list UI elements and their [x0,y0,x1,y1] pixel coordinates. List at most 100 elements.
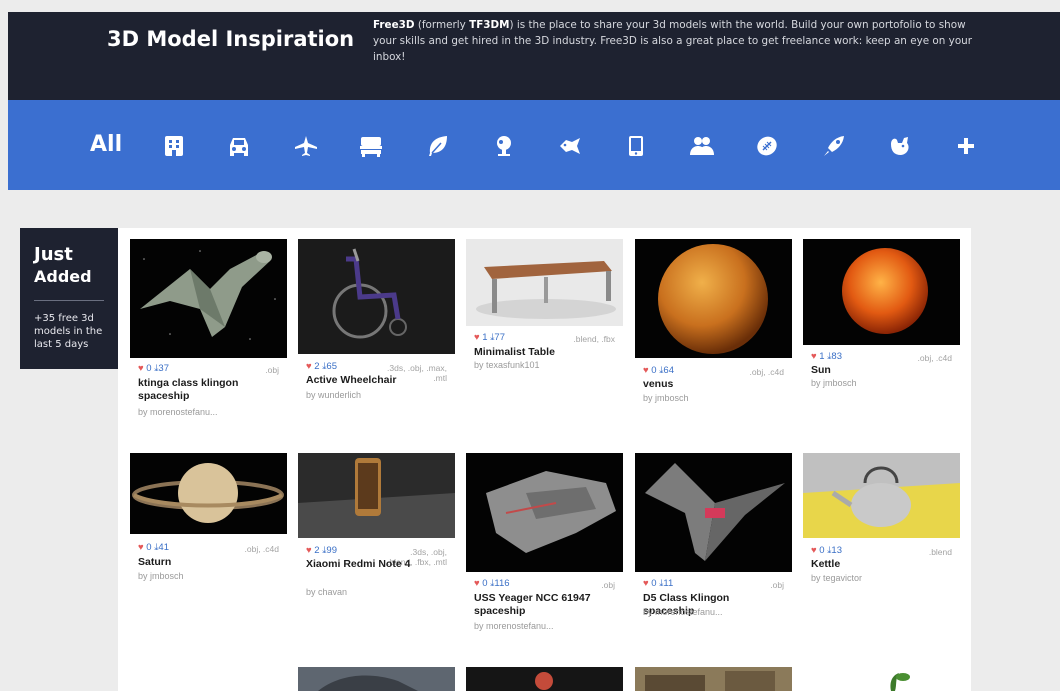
plus-icon[interactable] [956,135,976,157]
model-formats: .blend [928,547,952,557]
model-card[interactable]: ♥ 2 ⤓99 .3ds, .obj, .blend, .fbx, .mtl X… [298,453,455,603]
heart-icon[interactable]: ♥ [138,363,144,374]
model-name[interactable]: Sun [811,364,951,377]
model-stats: ♥ 0 ⤓116 [474,578,510,589]
model-card[interactable] [466,667,623,691]
model-formats: .obj [601,580,615,590]
model-author[interactable]: by morenostefanu... [138,407,218,417]
model-card[interactable]: ♥ 2 ⤓65 .3ds, .obj, .max, .mtl Active Wh… [298,239,455,404]
model-card[interactable]: ♥ 0 ⤓37 .obj ktinga class klingon spaces… [130,239,287,424]
model-name[interactable]: ktinga class klingon spaceship [138,377,278,403]
model-thumbnail[interactable] [298,453,455,538]
site-intro: Free3D (formerly TF3DM) is the place to … [373,17,973,65]
airplane-icon[interactable] [294,135,318,157]
model-card[interactable] [298,667,455,691]
model-name[interactable]: Xiaomi Redmi Note 4 [306,558,446,571]
creature-icon[interactable] [888,135,912,157]
model-thumbnail[interactable] [298,667,455,691]
model-author[interactable]: by jmbosch [138,571,184,581]
model-thumbnail[interactable] [635,667,792,691]
model-stats: ♥ 0 ⤓13 [811,545,842,556]
model-card[interactable]: ♥ 0 ⤓64 .obj, .c4d venus by jmbosch [635,239,792,409]
car-icon[interactable] [227,135,251,157]
likes-count: 0 [482,578,488,589]
building-icon[interactable] [163,135,185,157]
heart-icon[interactable]: ♥ [643,578,649,589]
model-thumbnail[interactable] [466,667,623,691]
model-thumbnail[interactable] [803,239,960,345]
model-thumbnail[interactable] [130,453,287,534]
model-card[interactable] [635,667,792,691]
model-name[interactable]: Saturn [138,556,278,569]
model-formats: .obj [265,365,279,375]
model-author[interactable]: by tegavictor [811,573,862,583]
likes-count: 0 [651,365,657,376]
likes-count: 1 [819,351,825,362]
model-author[interactable]: by morenostefanu... [474,621,554,631]
electronics-icon[interactable] [493,135,515,157]
heart-icon[interactable]: ♥ [811,545,817,556]
model-card[interactable]: ♥ 0 ⤓116 .obj USS Yeager NCC 61947 space… [466,453,623,638]
heart-icon[interactable]: ♥ [138,542,144,553]
model-stats: ♥ 0 ⤓64 [643,365,674,376]
model-name[interactable]: USS Yeager NCC 61947 spaceship [474,592,614,618]
model-card[interactable]: ♥ 0 ⤓13 .blend Kettle by tegavictor [803,453,960,603]
heart-icon[interactable]: ♥ [474,578,480,589]
furniture-icon[interactable] [359,135,383,157]
model-formats: .obj, .c4d [749,367,785,377]
model-card[interactable]: ♥ 1 ⤓77 .blend, .fbx Minimalist Table by… [466,239,623,374]
animal-icon[interactable] [558,135,582,157]
model-name[interactable]: venus [643,378,783,391]
mobile-icon[interactable] [626,135,646,157]
downloads-count: 13 [831,545,842,556]
model-thumbnail[interactable] [298,239,455,354]
downloads-count: 83 [831,351,842,362]
model-card[interactable]: ♥ 0 ⤓11 .obj D5 Class Klingon spaceship … [635,453,792,623]
heart-icon[interactable]: ♥ [643,365,649,376]
model-name[interactable]: Minimalist Table [474,346,614,359]
category-bar: All [8,100,1060,190]
model-thumbnail[interactable] [466,453,623,572]
model-thumbnail[interactable] [466,239,623,326]
model-card[interactable]: ♥ 1 ⤓83 .obj, .c4d Sun by jmbosch [803,239,960,399]
model-author[interactable]: by jmbosch [643,393,689,403]
downloads-count: 41 [158,542,169,553]
just-added-divider [34,300,104,301]
likes-count: 1 [482,332,488,343]
model-thumbnail[interactable] [803,453,960,538]
sports-ball-icon[interactable] [755,135,779,157]
model-stats: ♥ 1 ⤓83 [811,351,842,362]
heart-icon[interactable]: ♥ [811,351,817,362]
intro-brand[interactable]: Free3D [373,19,415,31]
downloads-count: 37 [158,363,169,374]
model-name[interactable]: Kettle [811,558,951,571]
model-author[interactable]: by morenostefanu... [643,607,723,617]
just-added-title: Just [34,244,73,265]
model-stats: ♥ 2 ⤓65 [306,361,337,372]
category-all[interactable]: All [90,132,122,157]
model-name[interactable]: Active Wheelchair [306,374,446,387]
model-author[interactable]: by texasfunk101 [474,360,540,370]
model-card[interactable] [803,667,960,691]
model-thumbnail[interactable] [803,667,960,691]
rocket-icon[interactable] [822,135,846,157]
heart-icon[interactable]: ♥ [306,361,312,372]
model-author[interactable]: by wunderlich [306,390,361,400]
heart-icon[interactable]: ♥ [474,332,480,343]
people-icon[interactable] [689,135,715,157]
leaf-icon[interactable] [427,135,449,157]
heart-icon[interactable]: ♥ [306,545,312,556]
likes-count: 2 [314,361,320,372]
model-card[interactable]: ♥ 0 ⤓41 .obj, .c4d Saturn by jmbosch [130,453,287,593]
model-author[interactable]: by jmbosch [811,378,857,388]
model-formats: .blend, .fbx [573,334,615,344]
model-stats: ♥ 0 ⤓11 [643,578,673,589]
model-thumbnail[interactable] [635,239,792,358]
model-formats: .obj, .c4d [244,544,280,554]
likes-count: 0 [651,578,657,589]
model-thumbnail[interactable] [130,239,287,358]
model-author[interactable]: by chavan [306,587,347,597]
model-thumbnail[interactable] [635,453,792,572]
just-added-subtitle: +35 free 3d models in the last 5 days [34,313,103,350]
likes-count: 0 [146,363,152,374]
